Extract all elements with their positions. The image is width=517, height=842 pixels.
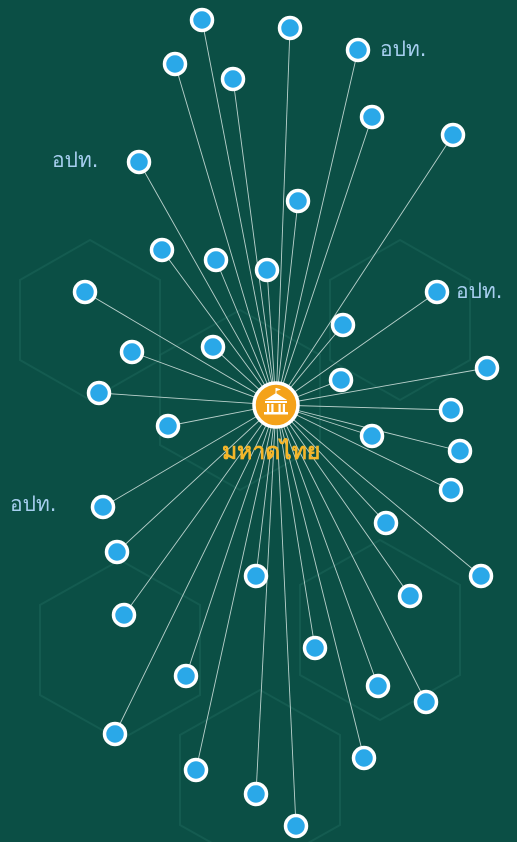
network-node[interactable] [283,813,309,839]
network-node[interactable] [328,367,354,393]
network-node[interactable] [424,279,450,305]
network-node[interactable] [162,51,188,77]
node-label-upper-left: อปท. [52,148,99,172]
network-diagram: มหาดไทย อปท. อปท. อปท. อปท. [0,0,517,842]
network-node[interactable] [119,339,145,365]
connection-line [116,404,277,553]
connection-line [275,49,359,406]
network-node[interactable] [440,122,466,148]
network-node[interactable] [243,781,269,807]
network-node[interactable] [183,757,209,783]
network-node[interactable] [359,423,385,449]
connection-line [232,78,277,406]
network-node[interactable] [149,237,175,263]
network-node[interactable] [351,745,377,771]
connection-line [275,200,299,406]
network-node[interactable] [203,247,229,273]
connection-line [255,404,277,577]
node-label-top-right: อปท. [380,37,427,61]
network-node[interactable] [413,689,439,715]
connection-line [275,116,373,406]
network-node[interactable] [373,510,399,536]
network-node[interactable] [111,602,137,628]
network-node[interactable] [345,37,371,63]
node-label-left: อปท. [10,492,57,516]
connection-line [275,27,291,406]
network-node[interactable] [365,673,391,699]
network-node[interactable] [243,563,269,589]
connection-line [275,134,454,406]
network-node[interactable] [72,279,98,305]
network-node[interactable] [285,188,311,214]
network-node[interactable] [330,312,356,338]
network-node[interactable] [102,721,128,747]
network-node[interactable] [277,15,303,41]
network-node[interactable] [189,7,215,33]
network-node[interactable] [438,397,464,423]
connection-line [275,404,452,411]
network-node[interactable] [86,380,112,406]
hub-node[interactable] [252,381,300,429]
connection-line [275,291,438,406]
hub-label: มหาดไทย [222,439,321,465]
network-node[interactable] [220,66,246,92]
network-node[interactable] [254,257,280,283]
network-node[interactable] [302,635,328,661]
network-node[interactable] [468,563,494,589]
network-node[interactable] [397,583,423,609]
network-svg [19,7,500,842]
network-node[interactable] [126,149,152,175]
node-label-right: อปท. [456,279,503,303]
network-node[interactable] [474,355,500,381]
network-node[interactable] [173,663,199,689]
network-node[interactable] [104,539,130,565]
network-node[interactable] [359,104,385,130]
network-node[interactable] [438,477,464,503]
network-node[interactable] [90,494,116,520]
network-node[interactable] [447,438,473,464]
network-node[interactable] [155,413,181,439]
network-node[interactable] [200,334,226,360]
